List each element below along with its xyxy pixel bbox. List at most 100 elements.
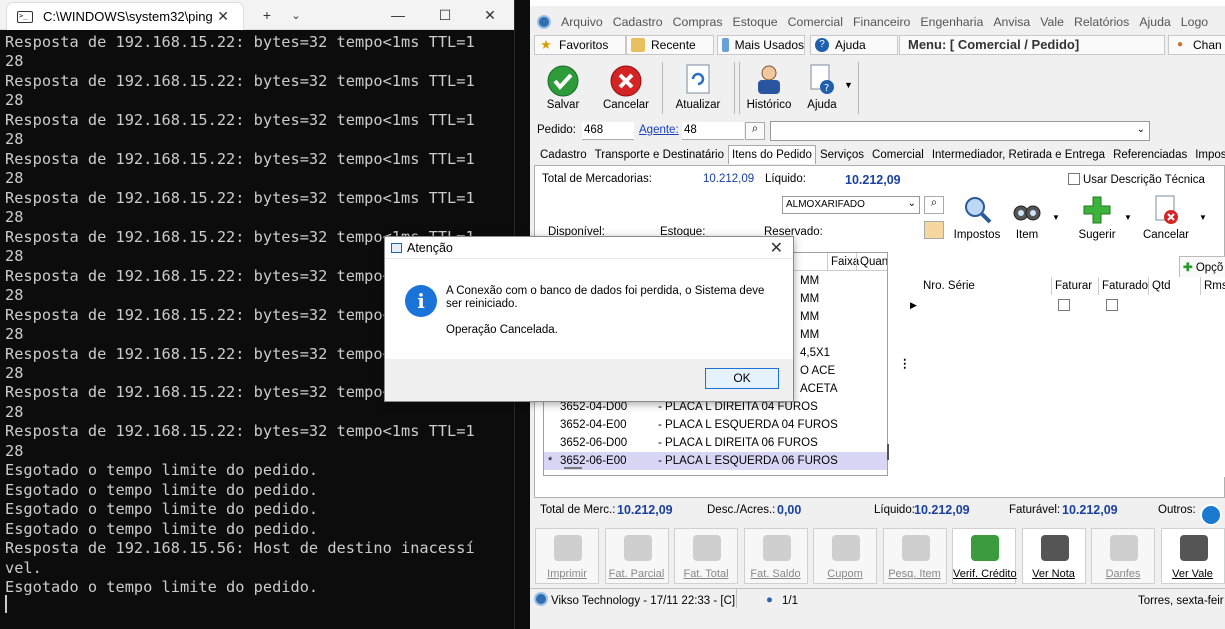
- action-button-9[interactable]: Ver Vale: [1160, 528, 1225, 584]
- ajuda-quick-button[interactable]: ? Ajuda: [810, 35, 898, 55]
- almoxarifado-select[interactable]: ALMOXARIFADO ⌄: [782, 196, 920, 214]
- scroll-indicator[interactable]: [887, 444, 889, 460]
- maximize-icon[interactable]: ☐: [427, 0, 463, 30]
- action-button-8[interactable]: Danfes: [1091, 528, 1155, 584]
- menu-item[interactable]: Ajuda: [1139, 15, 1170, 29]
- menu-item[interactable]: Logo: [1181, 15, 1208, 29]
- tab-1[interactable]: Transporte e Destinatário: [591, 145, 728, 164]
- tab-5[interactable]: Intermediador, Retirada e Entrega: [928, 145, 1109, 164]
- recente-button[interactable]: Recente: [626, 35, 714, 55]
- cancel-icon: [610, 65, 642, 97]
- user-button[interactable]: ● Chan: [1168, 35, 1225, 55]
- close-tab-icon[interactable]: ✕: [217, 8, 229, 25]
- menu-item[interactable]: Vale: [1040, 15, 1064, 29]
- menu-item[interactable]: Arquivo: [561, 15, 603, 29]
- action-button-2[interactable]: Fat. Total: [674, 528, 738, 584]
- cancel-document-icon: [1155, 195, 1178, 224]
- grid-column-header[interactable]: Faixa: [827, 253, 859, 271]
- menu-item[interactable]: Engenharia: [920, 15, 983, 29]
- agente-field[interactable]: 48: [682, 122, 744, 140]
- serie-column-header[interactable]: Nro. Série: [920, 277, 1052, 295]
- historico-button[interactable]: Histórico: [744, 60, 794, 114]
- toolbar-separator: [662, 62, 663, 114]
- folder-icon[interactable]: [924, 221, 944, 239]
- action-button-1[interactable]: Fat. Parcial: [604, 528, 669, 584]
- minimize-icon[interactable]: —: [380, 0, 416, 30]
- tab-6[interactable]: Referenciadas: [1109, 145, 1191, 164]
- terminal-line: 28: [5, 208, 24, 227]
- tab-0[interactable]: Cadastro: [536, 145, 591, 164]
- action-button-label: Fat. Saldo: [750, 568, 801, 580]
- agente-link[interactable]: Agente:: [639, 124, 679, 136]
- serie-column-header[interactable]: Rms: [1201, 277, 1225, 295]
- mais-usados-button[interactable]: Mais Usados: [717, 35, 805, 55]
- impostos-button[interactable]: Impostos: [952, 194, 1002, 246]
- cancelar-item-button[interactable]: Cancelar: [1141, 194, 1191, 246]
- ok-button[interactable]: OK: [705, 368, 779, 389]
- usar-desc-checkbox[interactable]: Usar Descrição Técnica: [1068, 173, 1205, 186]
- tab-7[interactable]: Impostos: [1191, 145, 1225, 164]
- grid-column-header[interactable]: Quan: [856, 253, 887, 271]
- serie-grid[interactable]: Nro. Série Faturar Faturado Qtd Rms ▶: [908, 277, 1225, 477]
- table-row[interactable]: 3652-06-D00 - PLACA L DIREITA 06 FUROS: [544, 434, 887, 452]
- tab-3[interactable]: Serviços: [816, 145, 868, 164]
- dropdown-arrow-icon[interactable]: ▼: [1199, 213, 1207, 222]
- new-tab-icon[interactable]: +: [252, 0, 282, 30]
- checkbox[interactable]: [1106, 299, 1118, 311]
- menu-item[interactable]: Financeiro: [853, 15, 910, 29]
- close-window-icon[interactable]: ✕: [472, 0, 508, 30]
- tab-2[interactable]: Itens do Pedido: [728, 145, 816, 164]
- chevron-down-icon[interactable]: ⌄: [284, 0, 308, 30]
- grid-partial-cell: MM: [800, 311, 820, 323]
- horizontal-scroll-thumb[interactable]: [564, 467, 582, 469]
- menu-item[interactable]: Relatórios: [1074, 15, 1129, 29]
- cancelar-button[interactable]: Cancelar: [598, 60, 654, 114]
- checkbox[interactable]: [1058, 299, 1070, 311]
- ajuda-toolbar-button[interactable]: ? Ajuda: [800, 60, 844, 114]
- opcoes-button[interactable]: ✚ Opçõ: [1179, 256, 1225, 278]
- pedido-field[interactable]: 468: [582, 122, 634, 140]
- atualizar-button[interactable]: Atualizar: [670, 60, 726, 114]
- table-row[interactable]: * 3652-06-E00- PLACA L ESQUERDA 06 FUROS: [544, 452, 887, 470]
- splitter-handle[interactable]: ⋮: [899, 356, 911, 370]
- main-toolbar: Salvar Cancelar Atualizar Histórico ? Aj…: [530, 58, 1225, 116]
- menu-item[interactable]: Estoque: [733, 15, 778, 29]
- menu-item[interactable]: Cadastro: [613, 15, 663, 29]
- terminal-tab[interactable]: >_ C:\WINDOWS\system32\ping ✕: [6, 2, 244, 30]
- search-agente-icon[interactable]: ⌕: [745, 122, 765, 140]
- action-button-5[interactable]: Pesq. Item: [882, 528, 947, 584]
- tab-4[interactable]: Comercial: [868, 145, 928, 164]
- dropdown-arrow-icon[interactable]: ▼: [844, 80, 853, 90]
- salvar-button[interactable]: Salvar: [536, 60, 590, 114]
- search-almox-icon[interactable]: ⌕: [924, 196, 944, 214]
- binoculars-icon: [1179, 535, 1208, 561]
- serie-column-header[interactable]: Faturado: [1099, 277, 1149, 295]
- favoritos-button[interactable]: ★ Favoritos: [534, 35, 626, 55]
- table-row[interactable]: 3652-04-E00 - PLACA L ESQUERDA 04 FUROS: [544, 416, 887, 434]
- dropdown-arrow-icon[interactable]: ▼: [1124, 213, 1132, 222]
- serie-column-header[interactable]: Qtd: [1149, 277, 1201, 295]
- terminal-line: Resposta de 192.168.15.22: bytes=32 temp…: [5, 71, 475, 90]
- action-button-4[interactable]: Cupom: [813, 528, 877, 584]
- teamviewer-icon[interactable]: [1200, 504, 1222, 526]
- menu-item[interactable]: Anvisa: [993, 15, 1030, 29]
- menu-item[interactable]: Compras: [673, 15, 723, 29]
- agente-name-select[interactable]: ⌄: [770, 121, 1150, 141]
- grid-partial-cell: MM: [800, 275, 820, 287]
- action-button-label: Pesq. Item: [888, 568, 941, 580]
- serie-column-header[interactable]: Faturar: [1052, 277, 1099, 295]
- grid-partial-cell: 4,5X1: [800, 347, 831, 359]
- item-button[interactable]: Item: [1010, 194, 1044, 246]
- sugerir-button[interactable]: Sugerir: [1075, 194, 1119, 246]
- close-icon[interactable]: ✕: [770, 238, 783, 260]
- terminal-line: Resposta de 192.168.15.56: Host de desti…: [5, 539, 475, 558]
- action-button-3[interactable]: Fat. Saldo: [743, 528, 808, 584]
- action-button-label: Imprimir: [547, 568, 587, 580]
- action-button-7[interactable]: Ver Nota: [1021, 528, 1086, 584]
- action-button-6[interactable]: Verif. Crédito: [952, 528, 1017, 584]
- terminal-line: 28: [5, 52, 24, 71]
- action-button-0[interactable]: Imprimir: [535, 528, 599, 584]
- impostos-label: Impostos: [953, 229, 1001, 241]
- menu-item[interactable]: Comercial: [788, 15, 843, 29]
- dropdown-arrow-icon[interactable]: ▼: [1052, 213, 1060, 222]
